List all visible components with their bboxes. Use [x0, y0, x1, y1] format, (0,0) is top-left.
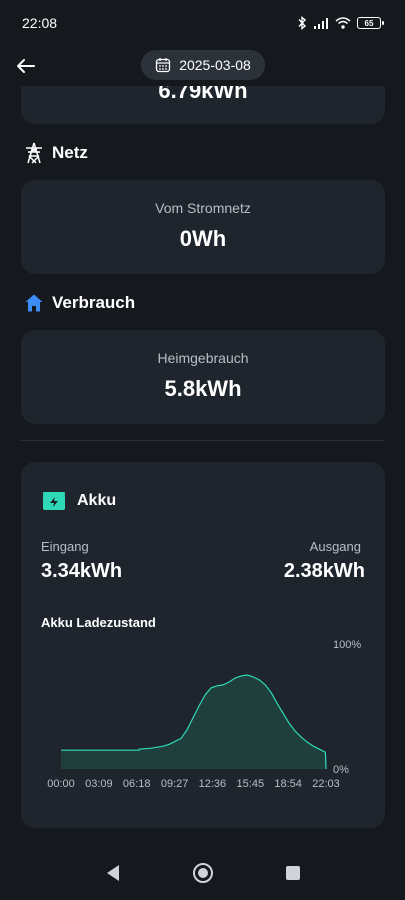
y-tick-label: 0% — [333, 764, 349, 776]
nav-recents-button[interactable] — [281, 861, 305, 885]
partial-card: 6.79kWh — [21, 86, 385, 124]
wifi-icon — [335, 17, 351, 29]
square-recents-icon — [285, 866, 300, 880]
chart-title: Akku Ladezustand — [41, 615, 156, 630]
x-tick-label: 12:36 — [199, 778, 227, 790]
x-tick-label: 03:09 — [85, 778, 113, 790]
x-tick-label: 00:00 — [47, 778, 75, 790]
soc-area — [61, 675, 326, 769]
bluetooth-icon — [298, 16, 307, 30]
battery-icon — [43, 492, 65, 510]
section-divider — [21, 440, 385, 441]
x-tick-label: 06:18 — [123, 778, 151, 790]
verbrauch-section-header: Verbrauch — [24, 293, 135, 313]
akku-card: Akku Eingang 3.34kWh Ausgang 2.38kWh Akk… — [21, 462, 385, 828]
verbrauch-label: Heimgebrauch — [157, 350, 249, 366]
x-tick-label: 09:27 — [161, 778, 189, 790]
akku-title: Akku — [77, 492, 117, 509]
x-tick-label: 22:03 — [312, 778, 340, 790]
arrow-left-icon — [17, 59, 35, 73]
nav-home-button[interactable] — [191, 861, 215, 885]
partial-card-value: 6.79kWh — [158, 86, 248, 103]
netz-value: 0Wh — [179, 226, 227, 251]
netz-label: Vom Stromnetz — [155, 200, 251, 216]
netz-section-header: Netz — [24, 142, 88, 164]
calendar-icon — [156, 58, 171, 73]
verbrauch-value: 5.8kWh — [164, 376, 242, 401]
home-icon — [25, 294, 43, 312]
date-label: 2025-03-08 — [179, 57, 251, 73]
ausgang-label: Ausgang — [309, 539, 361, 554]
nav-back-button[interactable] — [101, 861, 125, 885]
y-tick-label: 100% — [333, 639, 361, 651]
triangle-back-icon — [106, 865, 119, 881]
netz-title: Netz — [52, 143, 88, 162]
x-tick-label: 15:45 — [237, 778, 265, 790]
verbrauch-card: Heimgebrauch 5.8kWh — [21, 330, 385, 424]
system-nav-bar — [0, 846, 405, 900]
netz-card: Vom Stromnetz 0Wh — [21, 180, 385, 274]
soc-chart: 100% 0% 00:00 03:09 06:18 09:27 12:36 15:45 18:5… — [47, 639, 361, 790]
date-picker-button[interactable]: 2025-03-08 — [141, 50, 265, 80]
akku-header: Akku — [43, 492, 116, 510]
x-tick-label: 18:54 — [274, 778, 302, 790]
circle-home-icon — [192, 863, 213, 883]
eingang-label: Eingang — [41, 539, 89, 554]
eingang-value: 3.34kWh — [41, 560, 123, 582]
status-icons: 65 — [297, 16, 384, 30]
status-bar: 22:08 65 — [0, 0, 405, 46]
verbrauch-title: Verbrauch — [52, 293, 136, 312]
status-time: 22:08 — [22, 15, 58, 31]
back-button[interactable] — [12, 52, 40, 80]
power-tower-icon — [26, 142, 42, 164]
top-bar: 2025-03-08 — [0, 46, 405, 86]
ausgang-value: 2.38kWh — [283, 560, 365, 582]
signal-icon — [314, 18, 328, 29]
battery-icon: 65 — [357, 17, 384, 29]
content-scroll[interactable]: 6.79kWh Netz Vom Stromnetz 0Wh Verbrauch… — [0, 86, 405, 846]
